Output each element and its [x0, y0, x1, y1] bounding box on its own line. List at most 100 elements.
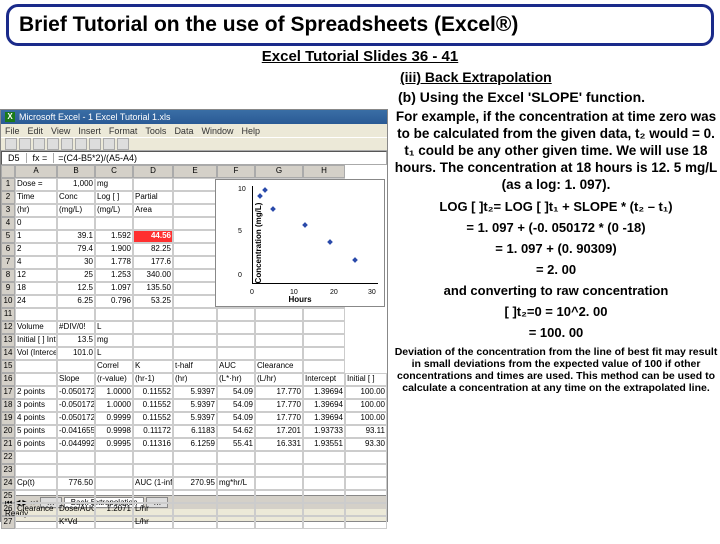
cell[interactable]: [345, 490, 387, 503]
cell[interactable]: [173, 178, 217, 191]
toolbar-button[interactable]: [47, 138, 59, 150]
cell[interactable]: [173, 256, 217, 269]
cell[interactable]: [217, 516, 255, 529]
cell[interactable]: [173, 347, 217, 360]
cell[interactable]: [173, 516, 217, 529]
cell[interactable]: [303, 503, 345, 516]
cell[interactable]: 5.9397: [173, 386, 217, 399]
cell[interactable]: [217, 503, 255, 516]
cell[interactable]: 54.62: [217, 425, 255, 438]
select-all[interactable]: [1, 165, 15, 178]
cell[interactable]: 4: [15, 256, 57, 269]
cell[interactable]: 0.11552: [133, 412, 173, 425]
cell[interactable]: [303, 308, 345, 321]
cell[interactable]: 16.331: [255, 438, 303, 451]
cell[interactable]: [345, 516, 387, 529]
cell[interactable]: 1.0000: [95, 399, 133, 412]
cell[interactable]: 17.770: [255, 412, 303, 425]
cell[interactable]: 0: [15, 217, 57, 230]
cell[interactable]: [345, 503, 387, 516]
cell[interactable]: 1.2071: [95, 503, 133, 516]
toolbar-button[interactable]: [33, 138, 45, 150]
cell[interactable]: Clearance: [15, 503, 57, 516]
cell[interactable]: 54.09: [217, 412, 255, 425]
toolbar-button[interactable]: [75, 138, 87, 150]
row-header[interactable]: 20: [1, 425, 15, 438]
cell[interactable]: 1: [15, 230, 57, 243]
cell[interactable]: [255, 503, 303, 516]
col-header[interactable]: F: [217, 165, 255, 178]
cell[interactable]: 0.11316: [133, 438, 173, 451]
cell[interactable]: 1,000: [57, 178, 95, 191]
cell[interactable]: [15, 308, 57, 321]
cell[interactable]: L: [95, 321, 133, 334]
cell[interactable]: -0.041655: [57, 425, 95, 438]
cell[interactable]: 1.39694: [303, 386, 345, 399]
cell[interactable]: -0.050172: [57, 386, 95, 399]
cell[interactable]: [173, 503, 217, 516]
cell[interactable]: [345, 451, 387, 464]
col-header[interactable]: C: [95, 165, 133, 178]
cell[interactable]: 270.95: [173, 477, 217, 490]
row-header[interactable]: 23: [1, 464, 15, 477]
cell[interactable]: 1.39694: [303, 399, 345, 412]
cell[interactable]: 2: [15, 243, 57, 256]
cell[interactable]: 1.93733: [303, 425, 345, 438]
cell[interactable]: 340.00: [133, 269, 173, 282]
col-header[interactable]: E: [173, 165, 217, 178]
cell[interactable]: [95, 308, 133, 321]
cell[interactable]: Clearance: [255, 360, 303, 373]
cell[interactable]: [15, 373, 57, 386]
cell[interactable]: [173, 308, 217, 321]
cell[interactable]: 776.50: [57, 477, 95, 490]
cell[interactable]: [15, 516, 57, 529]
cell[interactable]: 5.9397: [173, 399, 217, 412]
cell[interactable]: [173, 451, 217, 464]
cell[interactable]: [173, 217, 217, 230]
cell[interactable]: (hr): [173, 373, 217, 386]
toolbar-button[interactable]: [103, 138, 115, 150]
cell[interactable]: 177.6: [133, 256, 173, 269]
grid[interactable]: A B C D E F G H Dose =1,000mgTimeConcLog…: [15, 165, 387, 495]
cell[interactable]: [217, 490, 255, 503]
cell[interactable]: Initial [ ] Int.: [15, 334, 57, 347]
cell[interactable]: [217, 464, 255, 477]
cell[interactable]: 1.93551: [303, 438, 345, 451]
cell[interactable]: 0.9995: [95, 438, 133, 451]
col-header[interactable]: D: [133, 165, 173, 178]
cell[interactable]: [255, 464, 303, 477]
cell[interactable]: (mg/L): [95, 204, 133, 217]
cell[interactable]: (L*·hr): [217, 373, 255, 386]
cell[interactable]: [217, 334, 255, 347]
row-header[interactable]: 15: [1, 360, 15, 373]
cell[interactable]: 100.00: [345, 412, 387, 425]
cell[interactable]: 1.0000: [95, 386, 133, 399]
cell[interactable]: Partial: [133, 191, 173, 204]
menu-insert[interactable]: Insert: [78, 126, 101, 136]
cell[interactable]: mg: [95, 334, 133, 347]
cell[interactable]: 18: [15, 282, 57, 295]
cell[interactable]: 1.253: [95, 269, 133, 282]
cell[interactable]: 0.796: [95, 295, 133, 308]
cell[interactable]: 25: [57, 269, 95, 282]
cell[interactable]: [303, 490, 345, 503]
row-header[interactable]: 4: [1, 217, 15, 230]
cell[interactable]: [303, 360, 345, 373]
cell[interactable]: 0.9998: [95, 425, 133, 438]
cell[interactable]: 101.0: [57, 347, 95, 360]
cell[interactable]: #DIV/0!: [57, 321, 95, 334]
col-header[interactable]: A: [15, 165, 57, 178]
cell[interactable]: 100.00: [345, 399, 387, 412]
cell[interactable]: [133, 334, 173, 347]
cell[interactable]: L/hr: [133, 503, 173, 516]
cell[interactable]: [173, 490, 217, 503]
row-header[interactable]: 24: [1, 477, 15, 490]
row-header[interactable]: 14: [1, 347, 15, 360]
cell[interactable]: [133, 464, 173, 477]
cell[interactable]: Cp(t): [15, 477, 57, 490]
cell[interactable]: Time: [15, 191, 57, 204]
cell[interactable]: 54.09: [217, 386, 255, 399]
cell[interactable]: Volume: [15, 321, 57, 334]
cell[interactable]: 0.11172: [133, 425, 173, 438]
cell[interactable]: 44.56: [133, 230, 173, 243]
